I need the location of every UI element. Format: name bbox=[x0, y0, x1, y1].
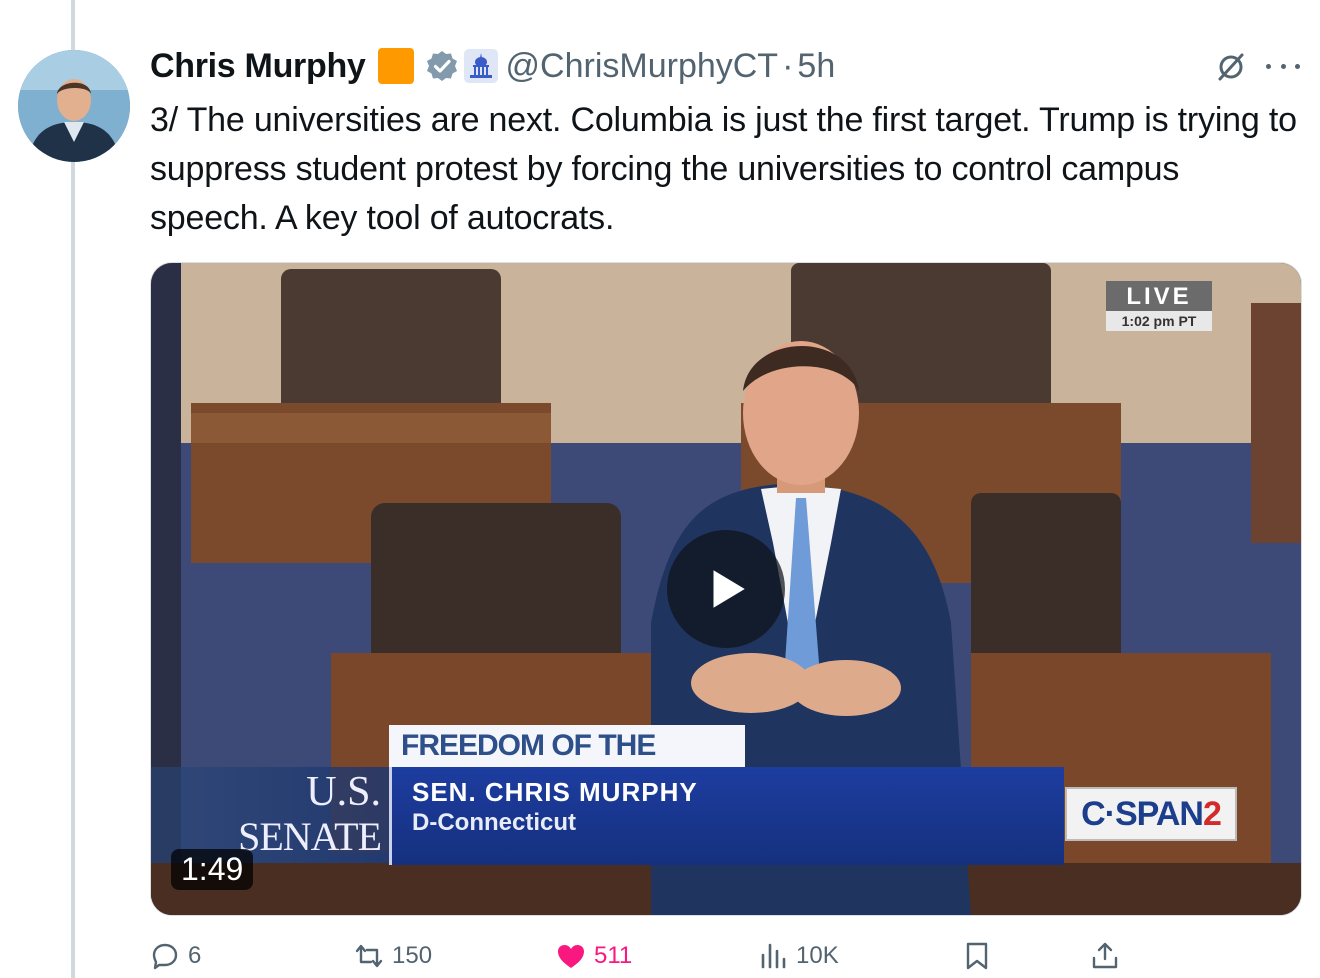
reply-button[interactable]: 6 bbox=[150, 936, 201, 976]
verified-icon[interactable] bbox=[426, 50, 458, 82]
like-button[interactable]: 511 bbox=[556, 936, 632, 976]
tweet-text: 3/ The universities are next. Columbia i… bbox=[150, 101, 1297, 237]
like-count: 511 bbox=[594, 942, 633, 969]
bookmark-icon bbox=[966, 942, 988, 970]
reply-icon bbox=[152, 943, 178, 970]
senate-logo-us: U.S. bbox=[306, 769, 381, 815]
speaker-name: SEN. CHRIS MURPHY bbox=[412, 777, 698, 807]
video-duration: 1:49 bbox=[171, 849, 254, 890]
bookmark-button[interactable] bbox=[962, 936, 992, 976]
repost-button[interactable]: 150 bbox=[354, 936, 432, 976]
views-button[interactable]: 10K bbox=[758, 936, 839, 976]
play-icon bbox=[713, 570, 745, 608]
timestamp[interactable]: 5h bbox=[797, 47, 835, 86]
separator-dot: · bbox=[782, 46, 794, 85]
speaker-state: D-Connecticut bbox=[412, 809, 576, 836]
views-icon bbox=[761, 943, 786, 969]
topic-chyron: FREEDOM OF THE PRESS bbox=[389, 725, 745, 804]
more-icon[interactable] bbox=[1266, 54, 1300, 78]
views-count: 10K bbox=[796, 942, 839, 969]
live-time: 1:02 pm PT bbox=[1106, 311, 1212, 331]
share-icon bbox=[1092, 942, 1118, 969]
government-affiliation-icon[interactable] bbox=[463, 49, 498, 83]
cspan-logo-text: C·SPAN bbox=[1081, 794, 1204, 833]
author-handle[interactable]: @ChrisMurphyCT bbox=[506, 47, 779, 86]
like-icon bbox=[558, 945, 584, 968]
video-player[interactable]: LIVE 1:02 pm PT FREEDOM OF THE PRESS U.S… bbox=[150, 262, 1302, 916]
avatar-image bbox=[18, 50, 130, 162]
live-badge: LIVE 1:02 pm PT bbox=[1106, 281, 1212, 331]
avatar[interactable] bbox=[18, 50, 130, 162]
cspan-logo: C·SPAN 2 bbox=[1065, 787, 1237, 841]
speaker-chyron: SEN. CHRIS MURPHY D-Connecticut bbox=[389, 767, 1064, 865]
repost-count: 150 bbox=[392, 942, 433, 969]
orange-square-icon bbox=[377, 48, 414, 84]
repost-icon bbox=[355, 944, 383, 968]
cspan-logo-number: 2 bbox=[1202, 794, 1222, 833]
reply-count: 6 bbox=[188, 942, 202, 969]
action-bar: 6 150 511 10K bbox=[150, 936, 1300, 976]
live-label: LIVE bbox=[1106, 281, 1212, 311]
grok-icon[interactable] bbox=[1214, 50, 1248, 84]
play-button[interactable] bbox=[667, 530, 785, 648]
tweet-header: Chris Murphy @ChrisMurphyCT · 5h bbox=[150, 44, 835, 88]
author-name[interactable]: Chris Murphy bbox=[150, 47, 366, 86]
share-button[interactable] bbox=[1090, 936, 1120, 976]
